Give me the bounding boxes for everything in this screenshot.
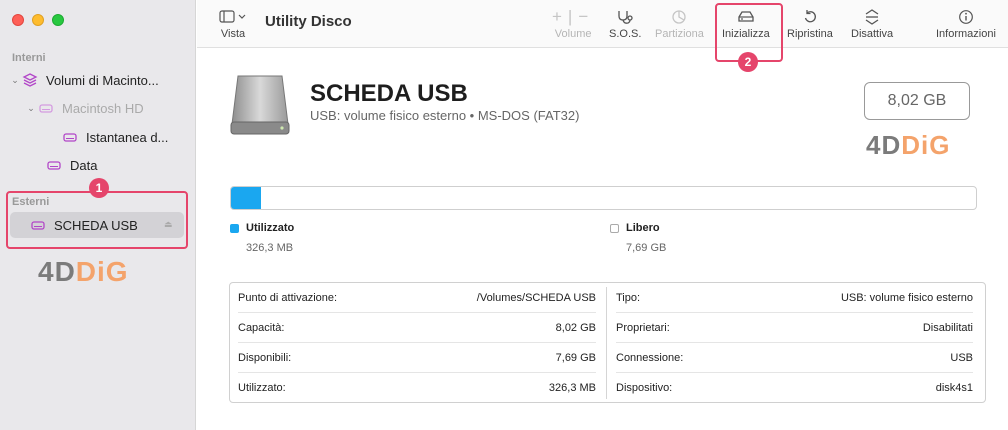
drive-icon [39, 104, 53, 113]
info-key: Tipo: [616, 291, 641, 304]
info-row-mount-point: Punto di attivazione: /Volumes/SCHEDA US… [238, 283, 596, 313]
sidebar-item-label: SCHEDA USB [54, 217, 138, 233]
info-row-owners: Proprietari: Disabilitati [616, 313, 973, 343]
disk-subtitle: USB: volume fisico esterno • MS-DOS (FAT… [310, 108, 580, 123]
volume-label: Volume [554, 28, 592, 40]
info-value: 8,02 GB [555, 321, 596, 334]
restore-label: Ripristina [787, 28, 833, 40]
sidebar: Interni ⌄ Volumi di Macinto... ⌄ Macinto… [0, 0, 196, 430]
info-value: USB: volume fisico esterno [840, 291, 973, 304]
partition-button[interactable]: Partiziona [655, 6, 704, 40]
info-row-used: Utilizzato: 326,3 MB [238, 373, 596, 403]
info-key: Utilizzato: [238, 382, 286, 394]
drive-icon [47, 161, 61, 170]
drive-icon [31, 221, 45, 230]
info-key: Capacità: [238, 321, 285, 334]
pie-chart-icon [671, 6, 687, 28]
info-key: Proprietari: [616, 321, 670, 334]
section-external-label: Esterni [12, 196, 50, 208]
first-aid-button[interactable]: S.O.S. [609, 6, 641, 40]
window-controls [12, 14, 64, 26]
brand-part-2: DiG [75, 256, 129, 287]
info-button[interactable]: Informazioni [936, 6, 996, 40]
info-value: /Volumes/SCHEDA USB [476, 291, 596, 304]
eject-icon[interactable]: ⏏ [164, 219, 173, 230]
sidebar-toggle-icon [219, 6, 247, 28]
restore-arrow-icon [802, 6, 818, 28]
info-icon [958, 6, 974, 28]
toolbar: Vista Utility Disco +|− Volume S.O.S. Pa… [197, 0, 1008, 62]
info-row-available: Disponibili: 7,69 GB [238, 343, 596, 373]
info-value: 326,3 MB [548, 382, 596, 394]
usage-bar-used [231, 187, 261, 209]
sidebar-item-label: Volumi di Macinto... [46, 72, 159, 88]
layers-icon [22, 73, 38, 87]
sidebar-item-label: Istantanea d... [86, 129, 169, 145]
view-button[interactable]: Vista [219, 6, 247, 40]
close-window-button[interactable] [12, 14, 24, 26]
sidebar-item-macintosh-hd[interactable]: ⌄ Macintosh HD [24, 97, 144, 119]
sidebar-item-usb[interactable]: SCHEDA USB [30, 214, 138, 236]
info-key: Punto di attivazione: [238, 291, 338, 304]
info-key: Connessione: [616, 351, 684, 364]
brand-watermark: 4DDiG [38, 256, 129, 288]
free-label: Libero [626, 222, 660, 234]
used-color-swatch [230, 223, 239, 233]
disk-size-box: 8,02 GB [864, 82, 970, 120]
brand-part-1: 4D [38, 256, 76, 287]
sos-label: S.O.S. [609, 28, 642, 40]
chevron-down-icon[interactable]: ⌄ [24, 103, 38, 114]
drive-icon [63, 133, 77, 142]
info-row-capacity: Capacità: 8,02 GB [238, 313, 596, 343]
used-label: Utilizzato [246, 222, 295, 234]
unmount-label: Disattiva [851, 28, 894, 40]
info-value: disk4s1 [935, 382, 973, 394]
info-row-connection: Connessione: USB [616, 343, 973, 373]
legend-free: Libero 7,69 GB [610, 222, 666, 254]
info-value: USB [950, 351, 973, 364]
info-divider [606, 287, 607, 399]
minimize-window-button[interactable] [32, 14, 44, 26]
volume-button[interactable]: +|− Volume [552, 6, 594, 40]
chevron-down-icon[interactable]: ⌄ [8, 75, 22, 86]
brand-watermark: 4DDiG [866, 130, 950, 161]
info-table: Punto di attivazione: /Volumes/SCHEDA US… [229, 282, 986, 403]
section-internal-label: Interni [12, 52, 46, 64]
info-key: Dispositivo: [616, 382, 673, 394]
brand-part-1: 4D [866, 130, 902, 160]
step-badge-1: 1 [89, 178, 109, 198]
partition-label: Partiziona [655, 28, 704, 40]
info-label: Informazioni [936, 28, 996, 40]
free-value: 7,69 GB [626, 242, 667, 254]
info-value: 7,69 GB [555, 351, 596, 364]
stethoscope-icon [616, 6, 634, 28]
plus-minus-icon: +|− [552, 7, 595, 26]
sidebar-item-label: Macintosh HD [62, 100, 144, 116]
info-key: Disponibili: [238, 351, 292, 364]
disk-image [228, 72, 292, 141]
sidebar-item-macintosh-volumes[interactable]: ⌄ Volumi di Macinto... [8, 69, 159, 91]
view-label: Vista [220, 28, 246, 40]
zoom-window-button[interactable] [52, 14, 64, 26]
sidebar-item-data[interactable]: Data [46, 154, 97, 176]
unmount-icon [864, 6, 880, 28]
unmount-button[interactable]: Disattiva [851, 6, 893, 40]
brand-part-2: DiG [901, 130, 951, 160]
info-value: Disabilitati [922, 321, 973, 334]
restore-button[interactable]: Ripristina [787, 6, 833, 40]
used-value: 326,3 MB [246, 242, 294, 254]
info-row-device: Dispositivo: disk4s1 [616, 373, 973, 403]
step-badge-2: 2 [738, 52, 758, 72]
legend-used: Utilizzato 326,3 MB [230, 222, 294, 254]
window-title: Utility Disco [265, 13, 352, 30]
external-drive-icon [230, 75, 290, 135]
info-row-type: Tipo: USB: volume fisico esterno [616, 283, 973, 313]
sidebar-item-snapshot[interactable]: Istantanea d... [62, 126, 168, 148]
sidebar-item-label: Data [70, 157, 98, 173]
free-color-swatch [610, 223, 619, 233]
usage-bar [230, 186, 977, 210]
disk-name: SCHEDA USB [310, 80, 468, 107]
